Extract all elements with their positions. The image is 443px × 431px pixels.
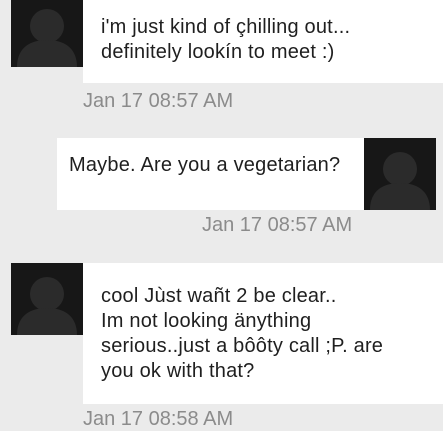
message-bubble: Maybe. Are you a vegetarian? xyxy=(57,138,364,210)
sender-avatar[interactable] xyxy=(11,263,83,335)
sender-avatar[interactable] xyxy=(11,0,83,67)
user-silhouette-icon xyxy=(17,277,77,335)
message-bubble: i'm just kind of çhilling out... definit… xyxy=(83,0,443,83)
message-text-line: serious..just a bôôty call ;P. are xyxy=(101,335,384,357)
message-text-line: definitely lookín to meet :) xyxy=(101,41,335,63)
message-text-line: you ok with that? xyxy=(101,360,255,382)
message-text-line: Im not looking änything xyxy=(101,310,312,332)
my-avatar[interactable] xyxy=(364,138,436,210)
message-text-line: i'm just kind of çhilling out... xyxy=(101,16,351,38)
message-text-line: Maybe. Are you a vegetarian? xyxy=(69,154,341,176)
message-text-line: cool Jùst wañt 2 be clear.. xyxy=(101,285,337,307)
user-silhouette-icon xyxy=(17,9,77,67)
message-timestamp: Jan 17 08:57 AM xyxy=(202,214,353,236)
message-bubble: cool Jùst wañt 2 be clear.. Im not looki… xyxy=(83,263,443,404)
message-timestamp: Jan 17 08:58 AM xyxy=(83,408,234,430)
message-timestamp: Jan 17 08:57 AM xyxy=(83,90,234,112)
user-silhouette-icon xyxy=(370,152,430,210)
